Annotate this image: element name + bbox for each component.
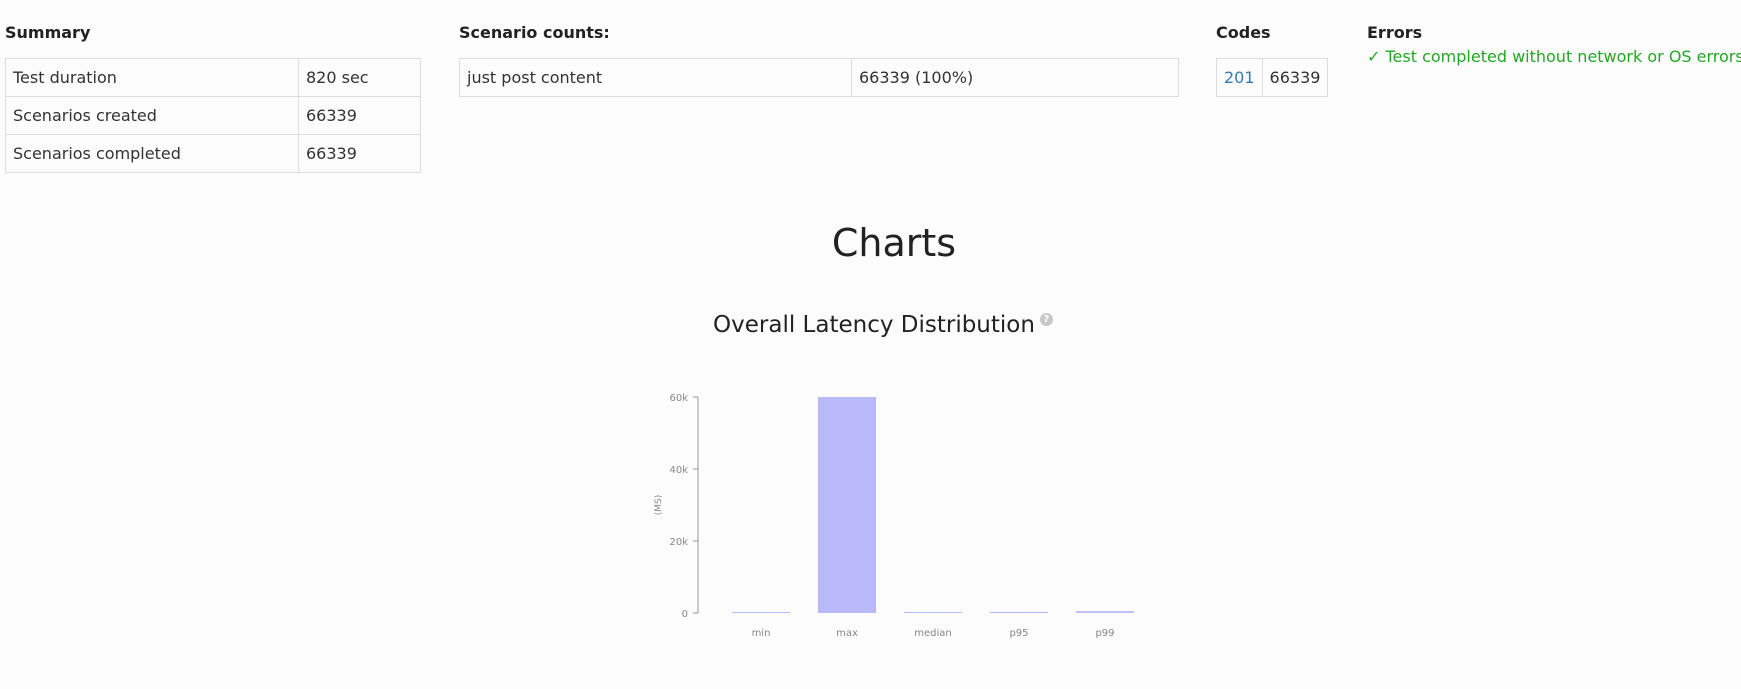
question-circle-icon[interactable]: ? — [1039, 313, 1053, 326]
errors-heading: Errors — [1367, 23, 1423, 42]
scenario-name: just post content — [459, 58, 852, 97]
summary-section: Summary Test duration 820 sec Scenarios … — [5, 22, 421, 173]
codes-heading: Codes — [1216, 23, 1271, 42]
scenario-count: 66339 (100%) — [851, 58, 1179, 97]
status-code-count: 66339 — [1261, 58, 1329, 97]
bar-p95 — [990, 611, 1048, 613]
y-tick-label: 40k — [669, 465, 688, 476]
x-category-label: min — [752, 628, 771, 639]
table-row: 201 66339 — [1216, 58, 1329, 97]
x-category-label: median — [914, 628, 952, 639]
summary-heading: Summary — [5, 23, 91, 42]
bar-median — [904, 612, 962, 613]
x-category-label: p99 — [1095, 628, 1114, 639]
summary-value: 66339 — [298, 134, 421, 173]
y-axis-label: (MS) — [654, 495, 664, 516]
summary-label: Scenarios completed — [5, 134, 299, 173]
latency-chart: 0 20k 40k 60k (MS) min max median p95 p99 — [654, 393, 1134, 639]
chart-title-row: Overall Latency Distribution? — [0, 310, 1741, 340]
codes-table: 201 66339 — [1216, 58, 1329, 97]
bar-min — [732, 612, 790, 613]
table-row: Test duration 820 sec — [5, 58, 421, 97]
summary-label: Test duration — [5, 58, 299, 97]
status-code: 201 — [1216, 58, 1263, 97]
table-row: Scenarios created 66339 — [5, 96, 421, 135]
scenario-counts-heading: Scenario counts: — [459, 23, 610, 42]
summary-table: Test duration 820 sec Scenarios created … — [5, 58, 421, 173]
table-row: Scenarios completed 66339 — [5, 134, 421, 173]
summary-label: Scenarios created — [5, 96, 299, 135]
table-row: just post content 66339 (100%) — [459, 58, 1179, 97]
y-tick-label: 0 — [682, 609, 688, 620]
chart-title: Overall Latency Distribution — [713, 312, 1035, 338]
x-category-label: max — [836, 628, 858, 639]
chart-bars-layer — [732, 397, 1134, 613]
chart-axis-layer — [693, 396, 699, 614]
errors-message: ✓ Test completed without network or OS e… — [1367, 47, 1741, 66]
codes-section: Codes 201 66339 — [1216, 22, 1329, 97]
chart-labels-layer: 0 20k 40k 60k (MS) min max median p95 p99 — [654, 393, 1115, 639]
charts-heading: Charts — [831, 221, 957, 265]
y-tick-label: 20k — [669, 537, 688, 548]
bar-max — [818, 397, 876, 613]
scenario-counts-section: Scenario counts: just post content 66339… — [459, 22, 1179, 97]
errors-section: Errors ✓ Test completed without network … — [1367, 22, 1741, 68]
summary-value: 820 sec — [298, 58, 421, 97]
scenario-counts-table: just post content 66339 (100%) — [459, 58, 1179, 97]
x-category-label: p95 — [1009, 628, 1028, 639]
y-tick-label: 60k — [669, 393, 688, 404]
bar-p99 — [1076, 611, 1134, 613]
summary-value: 66339 — [298, 96, 421, 135]
